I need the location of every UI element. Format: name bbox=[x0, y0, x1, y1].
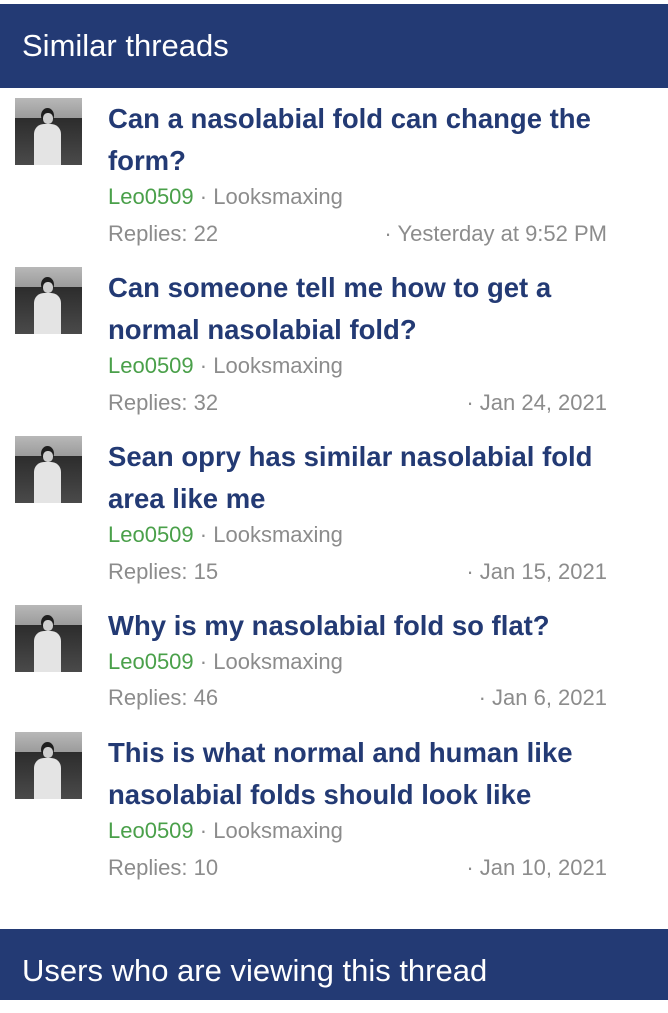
avatar[interactable] bbox=[15, 605, 82, 672]
avatar[interactable] bbox=[15, 732, 82, 799]
avatar[interactable] bbox=[15, 267, 82, 334]
thread-meta: Leo0509 · Looksmaxing bbox=[108, 649, 343, 675]
forum-link[interactable]: Looksmaxing bbox=[213, 522, 343, 547]
author-link[interactable]: Leo0509 bbox=[108, 353, 194, 378]
thread-title[interactable]: This is what normal and human like nasol… bbox=[108, 732, 628, 816]
thread-meta: Leo0509 · Looksmaxing bbox=[108, 818, 343, 844]
thread-title-line[interactable]: form? bbox=[108, 140, 628, 182]
thread-meta: Leo0509 · Looksmaxing bbox=[108, 184, 343, 210]
thread-title-line[interactable]: area like me bbox=[108, 478, 628, 520]
thread-title-line[interactable]: normal nasolabial fold? bbox=[108, 309, 628, 351]
author-link[interactable]: Leo0509 bbox=[108, 818, 194, 843]
thread-title-line[interactable]: This is what normal and human like bbox=[108, 732, 628, 774]
thread-date[interactable]: · Jan 10, 2021 bbox=[466, 855, 607, 881]
replies-count: Replies: 10 bbox=[108, 855, 219, 880]
avatar[interactable] bbox=[15, 436, 82, 503]
separator: · bbox=[199, 353, 208, 378]
replies-count: Replies: 15 bbox=[108, 559, 219, 584]
thread-title-line[interactable]: Why is my nasolabial fold so flat? bbox=[108, 605, 628, 647]
thread-meta: Leo0509 · Looksmaxing bbox=[108, 353, 343, 379]
thread-title-line[interactable]: nasolabial folds should look like bbox=[108, 774, 628, 816]
separator: · bbox=[199, 522, 208, 547]
thread-date[interactable]: · Yesterday at 9:52 PM bbox=[384, 221, 607, 247]
viewers-heading: Users who are viewing this thread bbox=[0, 929, 668, 1000]
thread-title[interactable]: Can a nasolabial fold can change the for… bbox=[108, 98, 628, 182]
forum-link[interactable]: Looksmaxing bbox=[213, 353, 343, 378]
author-link[interactable]: Leo0509 bbox=[108, 649, 194, 674]
thread-title-line[interactable]: Can a nasolabial fold can change the bbox=[108, 98, 628, 140]
forum-link[interactable]: Looksmaxing bbox=[213, 818, 343, 843]
thread-date[interactable]: · Jan 15, 2021 bbox=[466, 559, 607, 585]
replies-count: Replies: 32 bbox=[108, 390, 219, 415]
separator: · bbox=[199, 649, 208, 674]
thread-title[interactable]: Sean opry has similar nasolabial fold ar… bbox=[108, 436, 628, 520]
replies-count: Replies: 46 bbox=[108, 685, 219, 710]
thread-date[interactable]: · Jan 6, 2021 bbox=[479, 685, 607, 711]
separator: · bbox=[199, 184, 208, 209]
thread-title[interactable]: Can someone tell me how to get a normal … bbox=[108, 267, 628, 351]
forum-link[interactable]: Looksmaxing bbox=[213, 184, 343, 209]
replies-count: Replies: 22 bbox=[108, 221, 219, 246]
author-link[interactable]: Leo0509 bbox=[108, 522, 194, 547]
thread-date[interactable]: · Jan 24, 2021 bbox=[466, 390, 607, 416]
forum-link[interactable]: Looksmaxing bbox=[213, 649, 343, 674]
thread-title-line[interactable]: Sean opry has similar nasolabial fold bbox=[108, 436, 628, 478]
similar-threads-heading: Similar threads bbox=[0, 4, 668, 88]
thread-title[interactable]: Why is my nasolabial fold so flat? bbox=[108, 605, 628, 647]
thread-meta: Leo0509 · Looksmaxing bbox=[108, 522, 343, 548]
author-link[interactable]: Leo0509 bbox=[108, 184, 194, 209]
thread-title-line[interactable]: Can someone tell me how to get a bbox=[108, 267, 628, 309]
avatar[interactable] bbox=[15, 98, 82, 165]
separator: · bbox=[199, 818, 208, 843]
